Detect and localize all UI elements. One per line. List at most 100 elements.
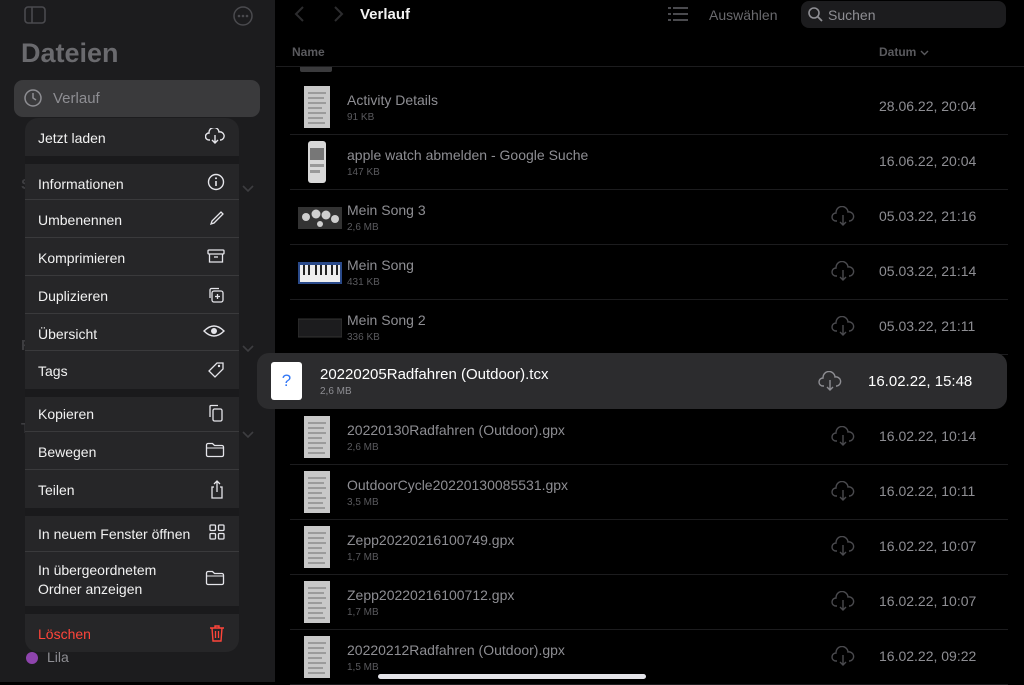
grid-icon	[209, 524, 225, 545]
file-size: 147 KB	[347, 167, 380, 178]
menu-item-label: Komprimieren	[38, 250, 126, 266]
file-name: Zepp20220216100712.gpx	[347, 587, 515, 603]
chevron-down-icon[interactable]	[242, 340, 254, 358]
eye-icon	[203, 324, 225, 343]
home-indicator	[378, 674, 646, 679]
file-size: 1,7 MB	[347, 552, 379, 563]
file-size: 3,5 MB	[347, 497, 379, 508]
menu-item-umbenennen[interactable]: Umbenennen	[25, 200, 239, 238]
file-name: 20220205Radfahren (Outdoor).tcx	[320, 366, 549, 383]
sidebar-item-recent[interactable]: Verlauf	[14, 80, 260, 117]
context-menu: Jetzt laden Informationen Umbenennen Kompri…	[25, 118, 239, 652]
file-date: 16.06.22, 20:04	[879, 153, 977, 169]
menu-item-teilen[interactable]: Teilen	[25, 470, 239, 508]
cloud-download-icon[interactable]	[831, 590, 855, 616]
file-thumbnail	[297, 305, 343, 349]
file-row[interactable]: Activity Details 91 KB 28.06.22, 20:04	[290, 80, 1008, 135]
menu-item-jetzt-laden[interactable]: Jetzt laden	[25, 118, 239, 156]
menu-item-übersicht[interactable]: Übersicht	[25, 314, 239, 351]
menu-item-duplizieren[interactable]: Duplizieren	[25, 276, 239, 314]
chevron-down-icon	[920, 50, 929, 56]
partial-thumbnail	[300, 67, 332, 72]
column-header-date[interactable]: Datum	[879, 45, 929, 59]
select-button[interactable]: Auswählen	[709, 7, 778, 23]
file-thumbnail	[298, 580, 334, 624]
cloud-download-icon[interactable]	[831, 645, 855, 671]
search-icon	[808, 7, 823, 27]
more-options-icon[interactable]	[233, 6, 253, 31]
chevron-down-icon[interactable]	[242, 180, 254, 198]
cloud-download-icon	[204, 126, 225, 149]
file-size: 2,6 MB	[347, 442, 379, 453]
menu-item-label: In übergeordnetem Ordner anzeigen	[38, 562, 157, 597]
file-size: 2,6 MB	[347, 222, 379, 233]
file-size: 336 KB	[347, 332, 380, 343]
menu-item-tags[interactable]: Tags	[25, 351, 239, 389]
file-date: 05.03.22, 21:16	[879, 208, 977, 224]
file-thumbnail	[298, 415, 334, 459]
page-title: Verlauf	[360, 6, 411, 23]
menu-group-separator	[25, 156, 239, 164]
list-view-icon[interactable]	[668, 6, 688, 27]
file-date: 16.02.22, 15:48	[868, 373, 973, 390]
column-header-date-label: Datum	[879, 45, 917, 59]
file-row[interactable]: Mein Song 2 336 KB 05.03.22, 21:11	[290, 300, 1008, 355]
file-name: Mein Song 2	[347, 312, 426, 328]
menu-item-in-neuem-fenster-öffnen[interactable]: In neuem Fenster öffnen	[25, 514, 239, 552]
cloud-download-icon[interactable]	[831, 315, 855, 341]
purple-tag-dot-icon	[26, 652, 38, 664]
menu-item-label: Umbenennen	[38, 212, 123, 228]
chevron-down-icon[interactable]	[242, 426, 254, 444]
cloud-download-icon[interactable]	[831, 535, 855, 561]
file-date: 05.03.22, 21:14	[879, 263, 977, 279]
file-date: 16.02.22, 10:07	[879, 538, 977, 554]
cloud-download-icon[interactable]	[831, 480, 855, 506]
file-name: 20220130Radfahren (Outdoor).gpx	[347, 422, 565, 438]
menu-item-informationen[interactable]: Informationen	[25, 164, 239, 200]
file-thumbnail	[298, 470, 334, 514]
file-size: 2,6 MB	[320, 386, 352, 397]
file-row[interactable]: Mein Song 3 2,6 MB 05.03.22, 21:16	[290, 190, 1008, 245]
file-date: 16.02.22, 09:22	[879, 648, 977, 664]
cloud-download-icon[interactable]	[818, 370, 842, 396]
archive-box-icon	[207, 248, 225, 269]
file-row-selected[interactable]: ? 20220205Radfahren (Outdoor).tcx 2,6 MB…	[257, 353, 1007, 409]
menu-item-label: Informationen	[38, 176, 124, 192]
folder-icon	[205, 442, 225, 463]
search-input[interactable]: Suchen	[801, 1, 1006, 28]
unknown-file-icon: ?	[271, 362, 302, 400]
file-date: 05.03.22, 21:11	[879, 318, 976, 334]
file-date: 28.06.22, 20:04	[879, 98, 977, 114]
file-row[interactable]: OutdoorCycle20220130085531.gpx 3,5 MB 16…	[290, 465, 1008, 520]
menu-item-label: Kopieren	[38, 406, 95, 422]
tag-icon	[207, 361, 225, 384]
forward-chevron-icon[interactable]	[333, 5, 345, 28]
file-row[interactable]: 20220130Radfahren (Outdoor).gpx 2,6 MB 1…	[290, 410, 1008, 465]
sidebar-toggle-icon[interactable]	[24, 6, 46, 29]
duplicate-icon	[207, 286, 225, 309]
menu-item-bewegen[interactable]: Bewegen	[25, 432, 239, 470]
menu-item-label: Löschen	[38, 626, 91, 642]
file-date: 16.02.22, 10:07	[879, 593, 977, 609]
menu-item-label: Jetzt laden	[38, 130, 106, 146]
file-row[interactable]: Zepp20220216100749.gpx 1,7 MB 16.02.22, …	[290, 520, 1008, 575]
file-row[interactable]: Zepp20220216100712.gpx 1,7 MB 16.02.22, …	[290, 575, 1008, 630]
column-header-name[interactable]: Name	[292, 45, 325, 59]
back-chevron-icon[interactable]	[293, 5, 305, 28]
cloud-download-icon[interactable]	[831, 205, 855, 231]
cloud-download-icon[interactable]	[831, 425, 855, 451]
menu-item-löschen[interactable]: Löschen	[25, 614, 239, 652]
file-name: OutdoorCycle20220130085531.gpx	[347, 477, 569, 493]
file-thumbnail	[298, 195, 342, 239]
menu-item-in-übergeordnetem-ordner-anzeigen[interactable]: In übergeordnetem Ordner anzeigen	[25, 552, 239, 606]
file-name: Activity Details	[347, 92, 439, 108]
menu-item-kopieren[interactable]: Kopieren	[25, 394, 239, 432]
file-size: 91 KB	[347, 112, 375, 123]
file-row[interactable]: Mein Song 431 KB 05.03.22, 21:14	[290, 245, 1008, 300]
copy-doc-icon	[207, 404, 225, 427]
menu-item-label: Tags	[38, 363, 68, 379]
file-row[interactable]: apple watch abmelden - Google Suche 147 …	[290, 135, 1008, 190]
menu-item-komprimieren[interactable]: Komprimieren	[25, 238, 239, 276]
cloud-download-icon[interactable]	[831, 260, 855, 286]
header-divider	[276, 66, 1024, 67]
